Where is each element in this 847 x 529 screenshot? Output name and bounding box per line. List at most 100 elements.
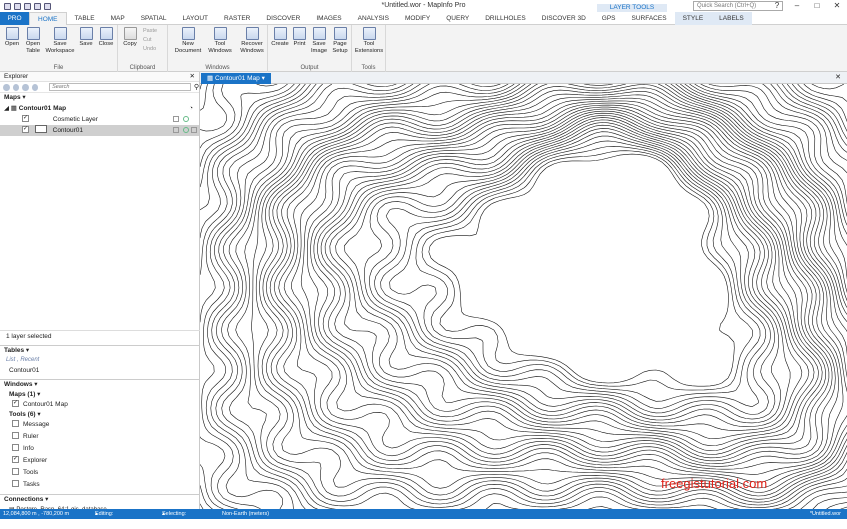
tab-pro[interactable]: PRO bbox=[0, 12, 29, 25]
tab-layout[interactable]: LAYOUT bbox=[174, 12, 216, 25]
recover-windows-icon bbox=[245, 27, 259, 40]
tool-checkbox[interactable] bbox=[12, 479, 19, 487]
qat-open-icon[interactable] bbox=[4, 2, 11, 10]
contour-map-canvas[interactable]: freegistutorial.com bbox=[200, 84, 847, 509]
open-button[interactable]: Open bbox=[3, 27, 21, 48]
save-workspace-icon bbox=[53, 27, 67, 40]
recover-windows-button[interactable]: Recover Windows bbox=[238, 27, 266, 54]
tab-analysis[interactable]: ANALYSIS bbox=[350, 12, 397, 25]
tab-images[interactable]: IMAGES bbox=[308, 12, 349, 25]
qat-print-icon[interactable] bbox=[24, 2, 31, 10]
undo-button[interactable]: Undo bbox=[143, 46, 156, 52]
close-window-button[interactable]: ✕ bbox=[827, 0, 847, 12]
save-workspace-button[interactable]: Save Workspace bbox=[45, 27, 75, 54]
tool-item-message[interactable]: Message bbox=[0, 419, 200, 431]
tool-checkbox[interactable] bbox=[12, 455, 19, 463]
maximize-button[interactable]: □ bbox=[807, 0, 827, 12]
window-visibility-checkbox[interactable] bbox=[12, 399, 19, 407]
tab-spatial[interactable]: SPATIAL bbox=[133, 12, 175, 25]
close-map-window-icon[interactable]: ✕ bbox=[835, 73, 841, 81]
qat-undo-icon[interactable] bbox=[34, 2, 41, 10]
page-setup-button[interactable]: Page Setup bbox=[330, 27, 350, 54]
tab-table[interactable]: TABLE bbox=[67, 12, 103, 25]
close-button[interactable]: Close bbox=[96, 27, 116, 48]
open-table-button[interactable]: Open Table bbox=[23, 27, 43, 54]
qat-redo-icon[interactable] bbox=[44, 2, 51, 10]
help-button[interactable]: ? bbox=[767, 0, 787, 12]
selectable-icon[interactable] bbox=[183, 116, 189, 122]
tool-item-tools[interactable]: Tools bbox=[0, 467, 200, 479]
tool-item-explorer[interactable]: Explorer bbox=[0, 455, 200, 467]
tool-extensions-button[interactable]: Tool Extensions bbox=[354, 27, 384, 54]
tool-windows-button[interactable]: Tool Windows bbox=[206, 27, 234, 54]
map-tree-item[interactable]: ◢ ▦ Contour01 Map ◔ bbox=[0, 103, 199, 114]
layer-visibility-checkbox[interactable] bbox=[22, 114, 29, 122]
tab-discover[interactable]: DISCOVER bbox=[258, 12, 308, 25]
close-explorer-icon[interactable]: ✕ bbox=[190, 72, 195, 82]
tool-checkbox[interactable] bbox=[12, 419, 19, 427]
layer-visibility-checkbox[interactable] bbox=[22, 125, 29, 133]
paste-button[interactable]: Paste bbox=[143, 28, 157, 34]
layer-row-cosmetic[interactable]: Cosmetic Layer bbox=[0, 114, 199, 125]
save-image-button[interactable]: Save Image bbox=[310, 27, 328, 54]
connections-section-header[interactable]: Connections ▾ bbox=[0, 495, 200, 505]
table-item[interactable]: Contour01 bbox=[0, 365, 200, 376]
tab-discover-3d[interactable]: DISCOVER 3D bbox=[534, 12, 594, 25]
windows-group: New Document Tool Windows Recover Window… bbox=[168, 25, 268, 72]
tab-raster[interactable]: RASTER bbox=[216, 12, 258, 25]
map-options-icon[interactable]: ◔ bbox=[189, 103, 193, 114]
windows-section-header[interactable]: Windows ▾ bbox=[0, 380, 200, 390]
save-button[interactable]: Save bbox=[77, 27, 95, 48]
tool-checkbox[interactable] bbox=[12, 467, 19, 475]
tool-item-ruler[interactable]: Ruler bbox=[0, 431, 200, 443]
tab-home[interactable]: HOME bbox=[29, 12, 67, 25]
tables-section-header[interactable]: Tables ▾ bbox=[0, 346, 200, 356]
layer-row-contour01[interactable]: Contour01 bbox=[0, 125, 199, 136]
status-selecting[interactable]: Selecting: None ▴ bbox=[162, 509, 186, 527]
explorer-search-input[interactable]: Search bbox=[49, 83, 191, 91]
editable-icon[interactable] bbox=[173, 127, 179, 133]
tool-item-info[interactable]: Info bbox=[0, 443, 200, 455]
cut-button[interactable]: Cut bbox=[143, 37, 152, 43]
tab-style[interactable]: STYLE bbox=[674, 12, 712, 25]
tables-sort-selector[interactable]: List , Recent bbox=[0, 356, 200, 365]
output-group: Create Print Save Image Page Setup Outpu… bbox=[268, 25, 352, 72]
tab-labels[interactable]: LABELS bbox=[711, 12, 752, 25]
floppy-icon bbox=[79, 27, 93, 40]
status-projection: Non-Earth (meters) bbox=[222, 511, 270, 517]
search-icon[interactable]: ⚲ bbox=[194, 83, 199, 91]
window-item-contour01-map[interactable]: Contour01 Map bbox=[0, 399, 200, 410]
qat-save-icon[interactable] bbox=[14, 2, 21, 10]
tab-gps[interactable]: GPS bbox=[594, 12, 624, 25]
tools-group: Tool Extensions Tools bbox=[352, 25, 386, 72]
info-icon bbox=[213, 27, 227, 40]
label-icon[interactable] bbox=[191, 127, 197, 133]
clipboard-group-label: Clipboard bbox=[129, 65, 156, 71]
windows-tools-header[interactable]: Tools (6) ▾ bbox=[0, 410, 200, 419]
tab-surfaces[interactable]: SURFACES bbox=[624, 12, 675, 25]
tool-item-tasks[interactable]: Tasks bbox=[0, 479, 200, 491]
new-document-button[interactable]: New Document bbox=[172, 27, 204, 54]
tab-drillholes[interactable]: DRILLHOLES bbox=[477, 12, 533, 25]
map-window-tab[interactable]: ▦ Contour01 Map ▾ bbox=[201, 73, 271, 84]
explorer-panel: Explorer ✕ Search ⚲ Maps ▾ ◢ ▦ Contour01… bbox=[0, 72, 200, 513]
selectable-icon[interactable] bbox=[183, 127, 189, 133]
maps-section-header[interactable]: Maps ▾ bbox=[0, 93, 199, 103]
print-button[interactable]: Print bbox=[291, 27, 308, 48]
tab-query[interactable]: QUERY bbox=[438, 12, 477, 25]
move-up-icon[interactable] bbox=[22, 83, 29, 91]
copy-button[interactable]: Copy bbox=[121, 27, 139, 48]
windows-group-label: Windows bbox=[205, 65, 230, 71]
windows-maps-header[interactable]: Maps (1) ▾ bbox=[0, 390, 200, 399]
tab-modify[interactable]: MODIFY bbox=[397, 12, 438, 25]
remove-layer-icon[interactable] bbox=[12, 83, 20, 91]
minimize-button[interactable]: – bbox=[787, 0, 807, 12]
editable-icon[interactable] bbox=[173, 116, 179, 122]
add-layer-icon[interactable] bbox=[3, 83, 10, 91]
create-button[interactable]: Create bbox=[271, 27, 289, 48]
tool-checkbox[interactable] bbox=[12, 443, 19, 451]
status-editing[interactable]: Editing: None ▴ bbox=[95, 509, 113, 527]
tool-checkbox[interactable] bbox=[12, 431, 19, 439]
tab-map[interactable]: MAP bbox=[103, 12, 133, 25]
move-down-icon[interactable] bbox=[31, 83, 39, 91]
